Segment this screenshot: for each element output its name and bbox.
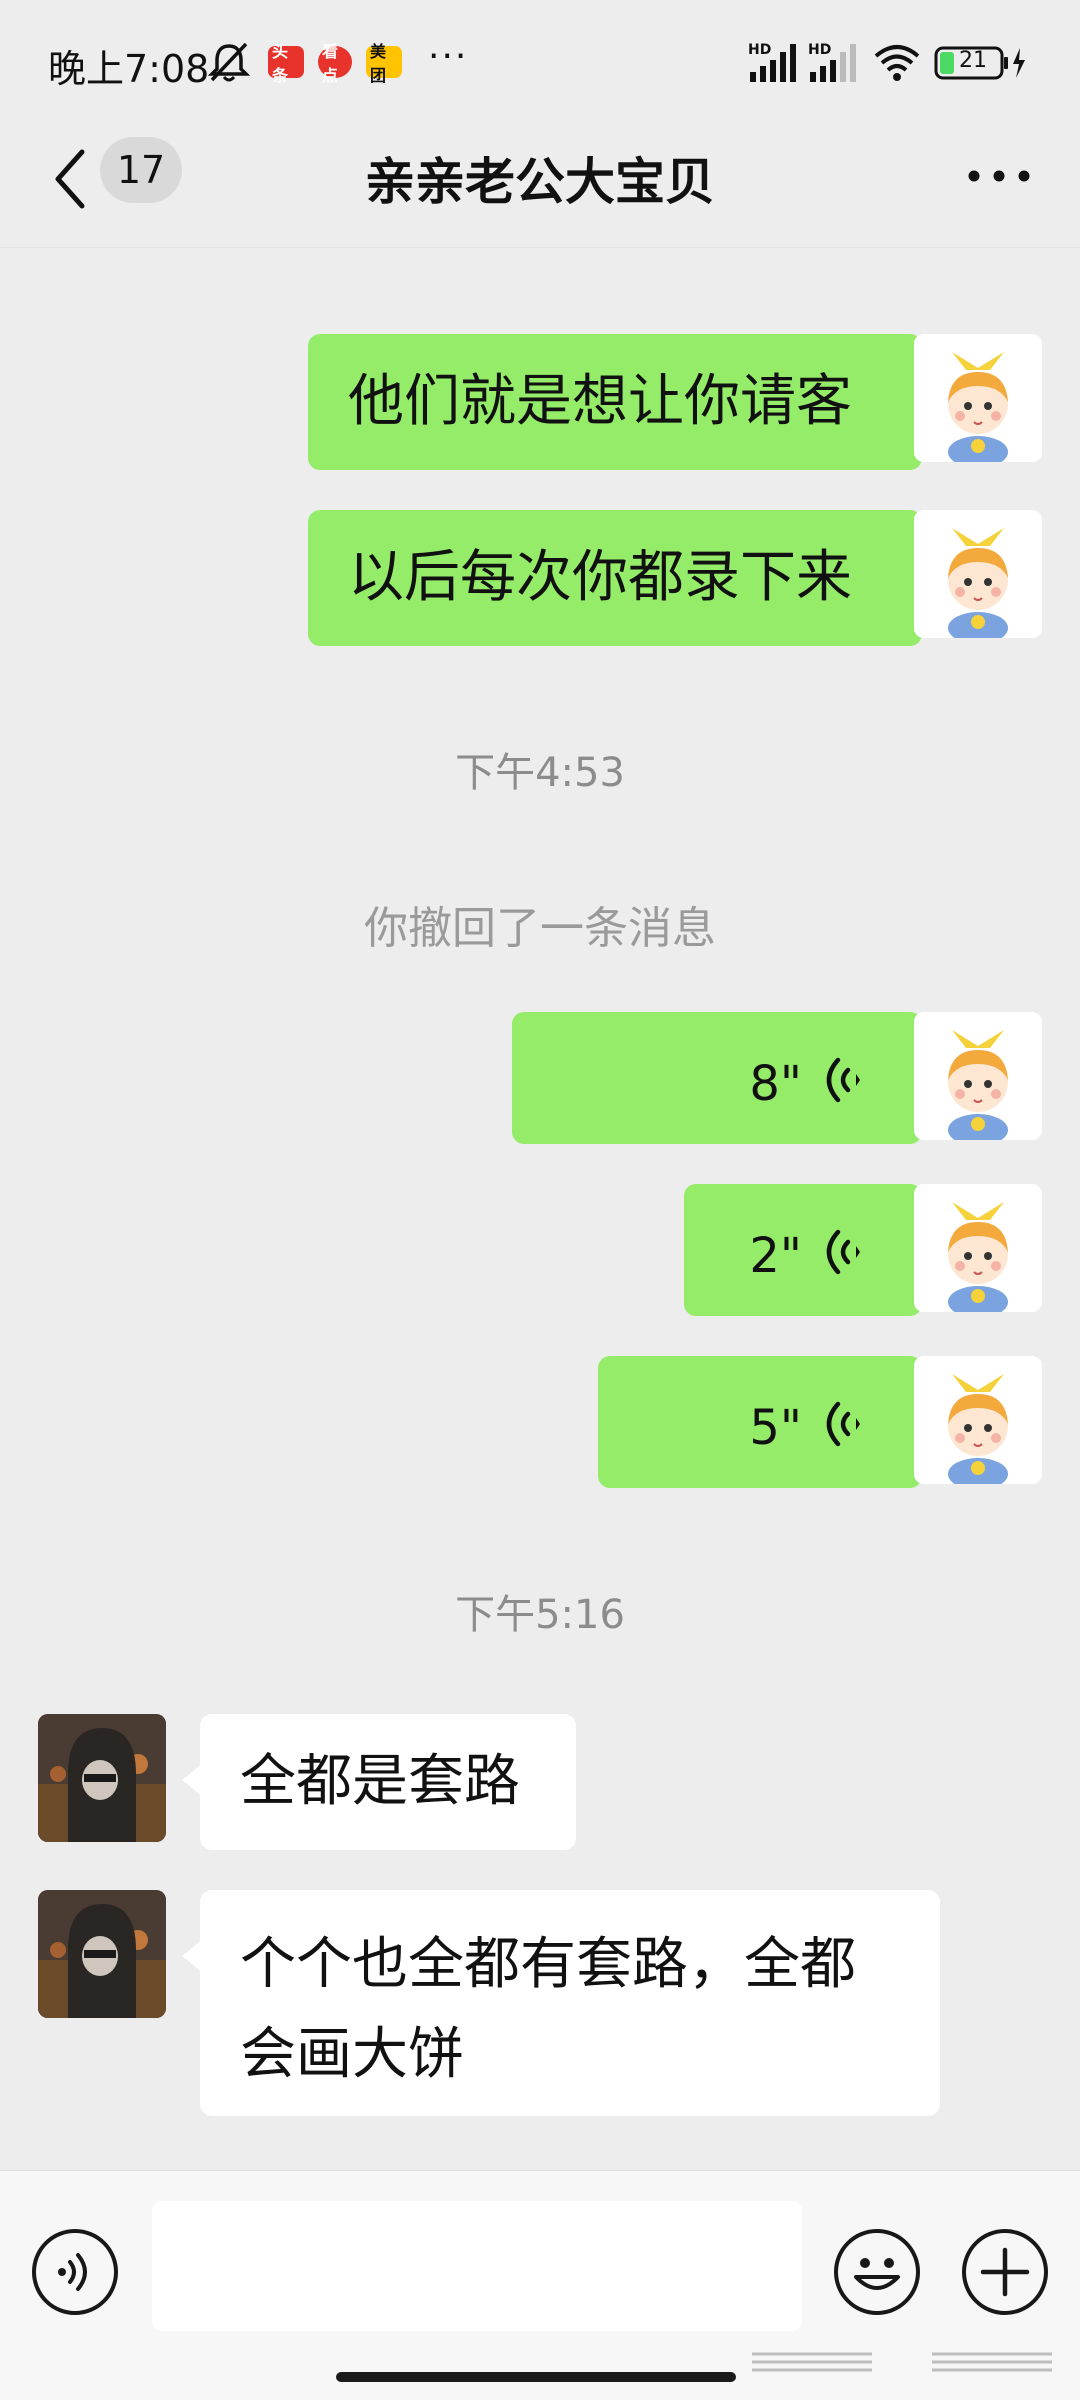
- contact-avatar[interactable]: [38, 1714, 166, 1842]
- message-text: 他们就是想让你请客: [348, 369, 852, 434]
- voice-wave-icon: [826, 1401, 860, 1447]
- status-time: 晚上7:08: [48, 47, 210, 91]
- signal-icon-2: HD: [808, 42, 856, 82]
- chat-title: 亲亲老公大宝贝: [365, 153, 715, 211]
- contact-avatar[interactable]: [38, 1890, 166, 2018]
- my-avatar[interactable]: [914, 1356, 1042, 1484]
- message-text: 个个也全都有套路，全都 会画大饼: [240, 1920, 856, 2100]
- message-line: 会画大饼: [240, 2022, 464, 2087]
- my-avatar[interactable]: [914, 1184, 1042, 1312]
- my-avatar[interactable]: [914, 334, 1042, 462]
- my-avatar[interactable]: [914, 1012, 1042, 1140]
- girl-avatar-icon: [914, 1012, 1042, 1140]
- timestamp: 下午4:53: [455, 750, 625, 796]
- message-input[interactable]: [152, 2201, 802, 2331]
- message-text: 以后每次你都录下来: [348, 545, 852, 610]
- voice-message-bubble[interactable]: 5": [598, 1356, 940, 1488]
- message-bubble-received[interactable]: 全都是套路: [182, 1714, 576, 1850]
- voice-input-button[interactable]: [32, 2229, 118, 2315]
- plus-icon: [980, 2247, 1030, 2297]
- chat-header: 17 亲亲老公大宝贝: [0, 120, 1080, 248]
- message-bubble-sent[interactable]: 他们就是想让你请客: [308, 334, 940, 470]
- girl-avatar-icon: [914, 334, 1042, 462]
- voice-input-icon: [58, 2253, 87, 2291]
- more-icon[interactable]: [964, 166, 1034, 186]
- wifi-icon: [874, 45, 920, 81]
- message-list[interactable]: 他们就是想让你请客 以后每次你都录下来 下午4:53 你撤回了一条消息 8" 2…: [0, 248, 1080, 2178]
- more-notifications-icon: ···: [428, 36, 469, 77]
- status-bar: 晚上7:08 头条 看点 美团 ··· HD HD 21: [0, 0, 1080, 120]
- meituan-app-icon: 美团: [366, 42, 402, 85]
- girl-avatar-icon: [914, 510, 1042, 638]
- voice-message-bubble[interactable]: 2": [684, 1184, 940, 1316]
- home-indicator[interactable]: [336, 2372, 736, 2382]
- svg-text:HD: HD: [808, 42, 831, 58]
- message-line: 个个也全都有套路，全都: [240, 1932, 856, 1997]
- svg-text:HD: HD: [748, 42, 771, 58]
- battery-level: 21: [959, 48, 987, 73]
- emoji-icon: [854, 2258, 900, 2290]
- mute-bell-icon: [207, 42, 251, 82]
- voice-wave-icon: [826, 1057, 860, 1103]
- girl-avatar-icon: [914, 1184, 1042, 1312]
- kandian-app-icon: 看点: [318, 42, 352, 85]
- more-functions-button[interactable]: [962, 2229, 1048, 2315]
- voice-duration: 2": [749, 1228, 802, 1284]
- emoji-button[interactable]: [834, 2229, 920, 2315]
- watermark-lines-icon: [752, 2352, 1052, 2372]
- voice-message-bubble[interactable]: 8": [512, 1012, 940, 1144]
- my-avatar[interactable]: [914, 510, 1042, 638]
- message-bubble-received[interactable]: 个个也全都有套路，全都 会画大饼: [182, 1890, 940, 2116]
- message-text: 全都是套路: [240, 1749, 520, 1814]
- recall-notice[interactable]: 你撤回了一条消息: [0, 892, 1080, 956]
- voice-duration: 5": [749, 1400, 802, 1456]
- hooded-figure-avatar-icon: [38, 1714, 166, 1842]
- girl-avatar-icon: [914, 1356, 1042, 1484]
- voice-wave-icon: [826, 1229, 860, 1275]
- signal-icon-1: HD: [748, 42, 796, 82]
- voice-duration: 8": [749, 1056, 802, 1112]
- hooded-figure-avatar-icon: [38, 1890, 166, 2018]
- toutiao-app-icon: 头条: [268, 42, 304, 85]
- timestamp: 下午5:16: [455, 1592, 625, 1638]
- message-bubble-sent[interactable]: 以后每次你都录下来: [308, 510, 940, 646]
